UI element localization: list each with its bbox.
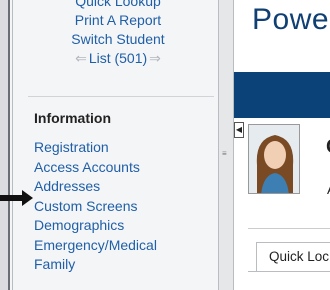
pointer-arrow-icon xyxy=(0,190,33,206)
information-menu: Registration Access Accounts Addresses C… xyxy=(34,138,157,275)
previous-arrow-icon[interactable]: ⇐ xyxy=(73,50,89,67)
divider xyxy=(8,0,10,290)
registration-link[interactable]: Registration xyxy=(34,138,157,158)
main-content: Powe Start Page > ◀ C A Quick Loc xyxy=(234,0,330,290)
student-list-nav: ⇐ List (501) ⇒ xyxy=(20,49,216,68)
student-photo xyxy=(248,124,300,194)
brand-logo-text: Powe xyxy=(252,3,330,36)
divider xyxy=(248,228,330,229)
addresses-link[interactable]: Addresses xyxy=(34,177,157,197)
tab-quick-lookup[interactable]: Quick Loc xyxy=(256,242,330,272)
collapse-sidebar-button[interactable]: ◀ xyxy=(234,122,244,138)
access-accounts-link[interactable]: Access Accounts xyxy=(34,158,157,178)
header-bar: Start Page > xyxy=(234,72,330,170)
panel-splitter[interactable]: ≡ xyxy=(218,0,234,290)
student-list-link[interactable]: List (501) xyxy=(89,49,147,68)
sidebar: Quick Lookup Print A Report Switch Stude… xyxy=(0,0,218,290)
divider xyxy=(12,0,13,290)
grip-icon: ≡ xyxy=(222,149,227,158)
quick-links: Quick Lookup Print A Report Switch Stude… xyxy=(20,0,216,68)
scrollbar-track[interactable] xyxy=(0,0,8,290)
quick-lookup-link[interactable]: Quick Lookup xyxy=(20,0,216,11)
next-arrow-icon[interactable]: ⇒ xyxy=(147,50,163,67)
print-report-link[interactable]: Print A Report xyxy=(20,11,216,30)
emergency-medical-link[interactable]: Emergency/Medical xyxy=(34,236,157,256)
student-name: C xyxy=(326,136,330,159)
custom-screens-link[interactable]: Custom Screens xyxy=(34,197,157,217)
section-divider xyxy=(28,96,214,97)
information-heading: Information xyxy=(34,110,111,126)
tab-underline xyxy=(248,271,330,272)
switch-student-link[interactable]: Switch Student xyxy=(20,30,216,49)
family-link[interactable]: Family xyxy=(34,255,157,275)
demographics-link[interactable]: Demographics xyxy=(34,216,157,236)
